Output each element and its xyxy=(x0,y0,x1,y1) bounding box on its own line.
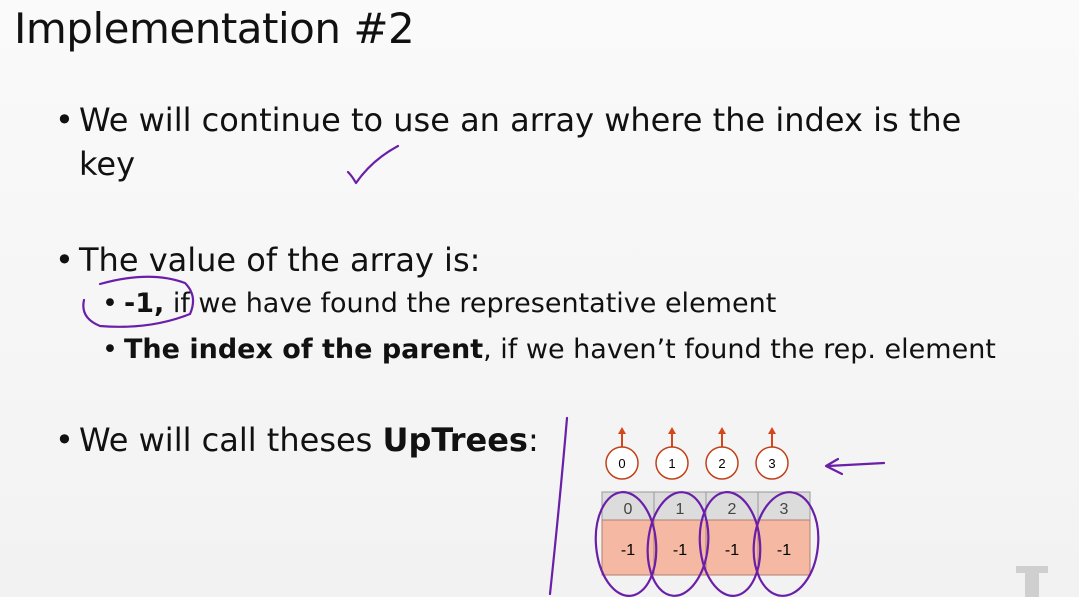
uptree-node-label: 3 xyxy=(768,456,775,471)
node-arrow-head xyxy=(668,427,676,434)
uptree-node-label: 2 xyxy=(718,456,725,471)
uptree-node-label: 0 xyxy=(618,456,625,471)
index-label: 3 xyxy=(780,501,789,518)
ink-divider xyxy=(548,416,569,596)
value-label: -1 xyxy=(725,542,739,559)
ink-circle-annotation xyxy=(82,275,195,328)
value-label: -1 xyxy=(777,542,791,559)
university-logo xyxy=(1016,566,1048,597)
node-arrow-head xyxy=(768,427,776,434)
value-label: -1 xyxy=(673,542,687,559)
uptree-diagram: 0 1 2 3 0 1 2 3 -1 -1 -1 -1 xyxy=(82,144,886,597)
ink-checkmark xyxy=(346,144,400,185)
value-label: -1 xyxy=(621,542,635,559)
index-label: 1 xyxy=(676,501,685,518)
index-label: 2 xyxy=(728,501,737,518)
ink-arrow xyxy=(824,457,886,476)
uptree-node-label: 1 xyxy=(668,456,675,471)
index-label: 0 xyxy=(624,501,633,518)
node-arrow-head xyxy=(718,427,726,434)
node-arrow-head xyxy=(618,427,626,434)
